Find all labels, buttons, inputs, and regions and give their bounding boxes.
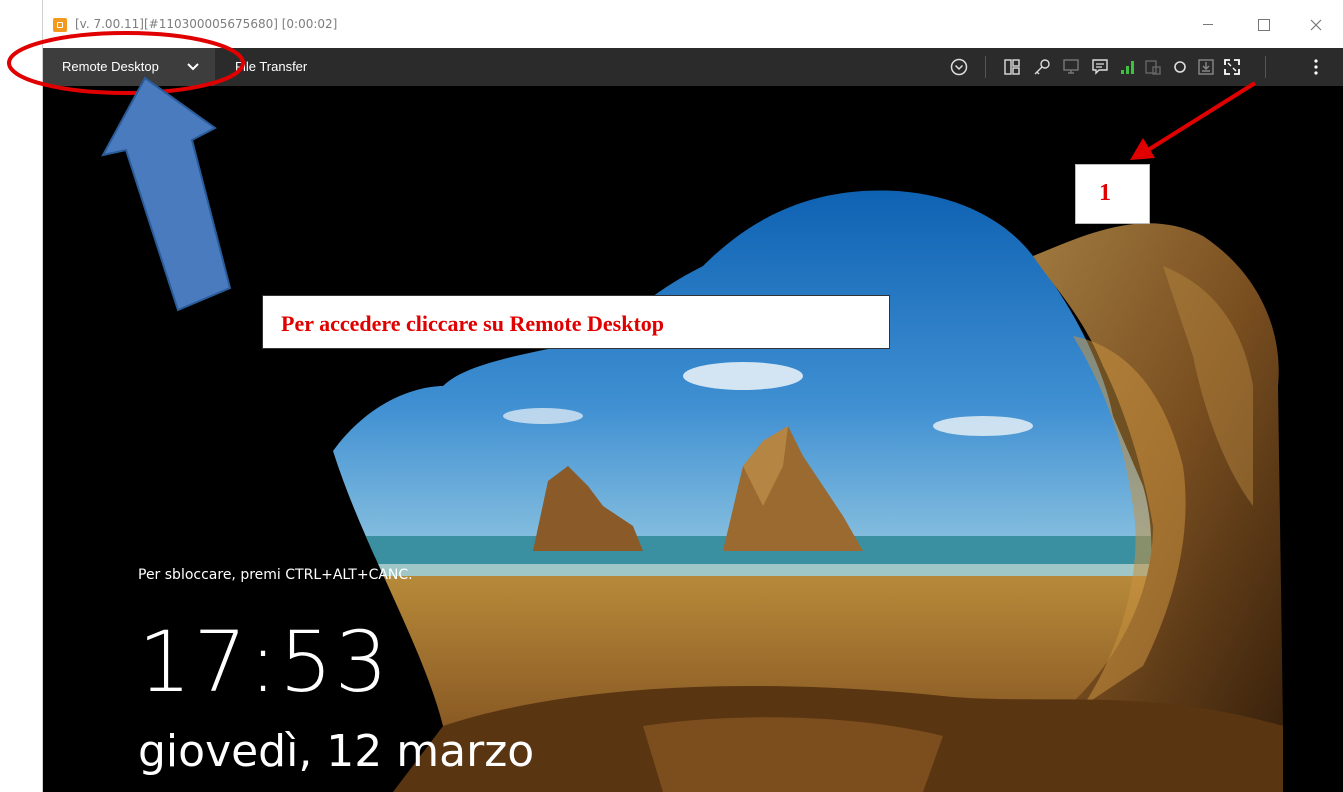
maximize-icon [1258,18,1270,31]
toolbar-divider [985,56,986,78]
record-icon[interactable] [1171,58,1189,76]
collapse-circle-icon[interactable] [950,58,968,76]
key-icon[interactable] [1033,58,1051,76]
download-icon[interactable] [1197,58,1215,76]
minimize-icon [1203,24,1213,26]
toolbar-divider [1265,56,1266,78]
minimize-button[interactable] [1185,10,1231,40]
layout-icon[interactable] [1003,58,1021,76]
remote-desktop-label: Remote Desktop [62,59,159,74]
remote-window: [v. 7.00.11][#110300005675680] [0:00:02]… [42,0,1343,792]
unlock-hint: Per sbloccare, premi CTRL+ALT+CANC. [138,567,413,583]
lock-clock: 17:53 [138,613,391,711]
device-icon[interactable] [1144,58,1162,76]
close-icon [1310,19,1322,31]
step-marker: 1 [1075,164,1150,224]
instruction-text: Per accedere cliccare su Remote Desktop [281,311,665,336]
maximize-button[interactable] [1241,10,1287,40]
chat-icon[interactable] [1091,58,1109,76]
step-number: 1 [1099,180,1111,206]
signal-icon [1121,61,1134,74]
window-title: [v. 7.00.11][#110300005675680] [0:00:02] [75,17,338,31]
close-button[interactable] [1293,10,1339,40]
more-vertical-icon[interactable] [1307,58,1325,76]
remote-desktop-menu[interactable]: Remote Desktop [43,48,215,86]
toolbar: Remote Desktop File Transfer [43,48,1343,86]
instruction-callout: Per accedere cliccare su Remote Desktop [262,295,890,349]
fullscreen-icon[interactable] [1223,58,1241,76]
lock-date: giovedì, 12 marzo [138,726,535,777]
monitor-icon[interactable] [1062,58,1080,76]
file-transfer-tab[interactable]: File Transfer [235,59,307,74]
app-logo-icon [53,18,67,32]
chevron-down-icon [187,63,199,71]
title-bar: [v. 7.00.11][#110300005675680] [0:00:02] [43,0,1343,48]
